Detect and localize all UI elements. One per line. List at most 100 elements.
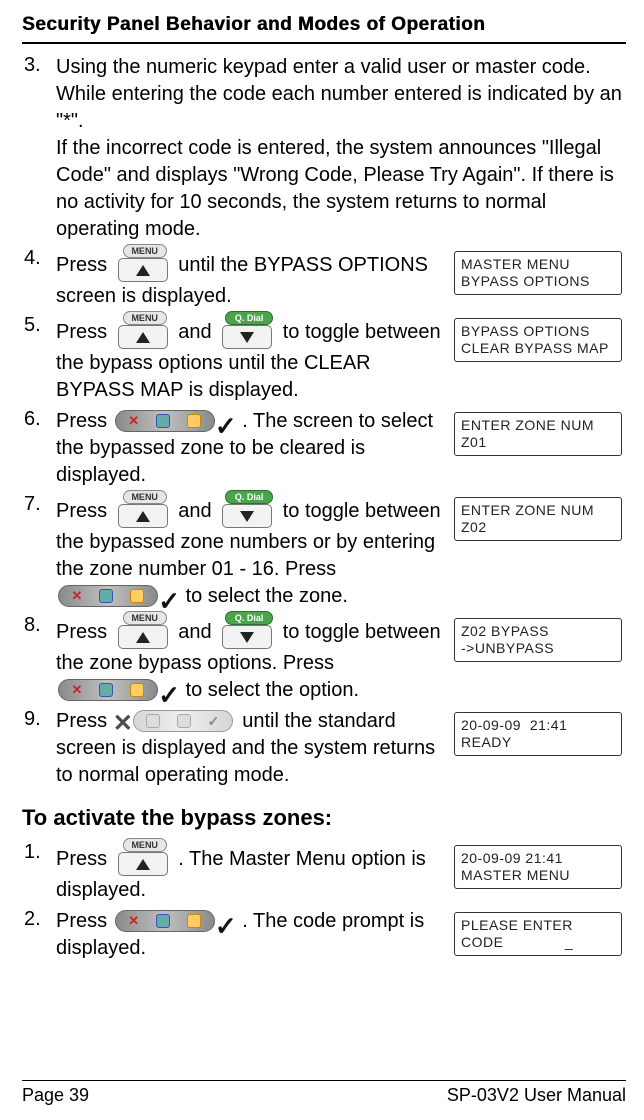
lcd-screen: MASTER MENU BYPASS OPTIONS — [454, 251, 622, 295]
lcd-line-1: PLEASE ENTER — [461, 917, 615, 935]
x-icon: ✕ — [128, 912, 139, 930]
step-number: 4. — [22, 247, 56, 270]
lcd-line-1: 20-09-09 21:41 — [461, 850, 615, 868]
menu-up-icon: MENU — [115, 314, 171, 350]
menu-label: MENU — [123, 244, 167, 258]
lcd-line-1: MASTER MENU — [461, 256, 615, 274]
step-body: Press MENU and Q. Dial to toggle between… — [56, 314, 454, 404]
step-3-line1: Using the numeric keypad enter a valid u… — [56, 56, 622, 132]
step-body: Press MENU until the BYPASS OPTIONS scre… — [56, 247, 454, 310]
menu-label: MENU — [123, 838, 167, 852]
back-x-icon: ✕ ✓ — [115, 708, 235, 734]
text-post2: to select the zone. — [186, 585, 348, 607]
text-pre: Press — [56, 321, 113, 343]
speaker-high-icon — [130, 683, 144, 697]
lcd-line-2: Z02 — [461, 519, 615, 537]
x-icon: ✕ — [128, 412, 139, 430]
text-mid: and — [178, 621, 217, 643]
step-number: 9. — [22, 708, 56, 731]
step-body: Press MENU and Q. Dial to toggle between… — [56, 614, 454, 704]
qdial-label: Q. Dial — [225, 311, 273, 325]
menu-up-icon: MENU — [115, 247, 171, 283]
lcd-screen: ENTER ZONE NUM Z02 — [454, 497, 622, 541]
step-5: 5. Press MENU and Q. Dial to toggle betw… — [22, 314, 626, 404]
menu-label: MENU — [123, 611, 167, 625]
text-pre: Press — [56, 410, 113, 432]
lcd-line-1: 20-09-09 21:41 — [461, 717, 615, 735]
text-pre: Press — [56, 621, 113, 643]
triangle-up-icon — [136, 332, 150, 343]
lcd-screen: 20-09-09 21:41 MASTER MENU — [454, 845, 622, 889]
lcd-screen: 20-09-09 21:41 READY — [454, 712, 622, 756]
step-6: 6. Press ✕ ✓ . The screen to select the … — [22, 408, 626, 489]
ok-check-icon: ✕ ✓ — [58, 583, 178, 609]
activate-list: 1. Press MENU . The Master Menu option i… — [22, 841, 626, 962]
lcd-line-2: READY — [461, 734, 615, 752]
speaker-high-icon — [177, 714, 191, 728]
text-mid: and — [178, 321, 217, 343]
x-icon: ✕ — [72, 587, 83, 605]
lcd-line-2: ->UNBYPASS — [461, 640, 615, 658]
step-number: 1. — [22, 841, 56, 864]
speaker-high-icon — [130, 589, 144, 603]
lcd-screen: BYPASS OPTIONS CLEAR BYPASS MAP — [454, 318, 622, 362]
page-footer: Page 39 SP-03V2 User Manual — [22, 1080, 626, 1106]
ok-check-icon: ✕ ✓ — [115, 408, 235, 434]
text-pre: Press — [56, 254, 113, 276]
check-icon: ✓ — [215, 409, 237, 444]
x-icon: ✕ — [72, 681, 83, 699]
qdial-label: Q. Dial — [225, 490, 273, 504]
lcd-line-1: ENTER ZONE NUM — [461, 417, 615, 435]
menu-label: MENU — [123, 490, 167, 504]
step-number: 6. — [22, 408, 56, 431]
lcd-line-2: MASTER MENU — [461, 867, 615, 885]
lcd-line-1: Z02 BYPASS — [461, 623, 615, 641]
speaker-high-icon — [187, 914, 201, 928]
activate-step-1: 1. Press MENU . The Master Menu option i… — [22, 841, 626, 904]
check-icon: ✓ — [208, 712, 220, 731]
triangle-down-icon — [240, 632, 254, 643]
activate-step-2: 2. Press ✕ ✓ . The code prompt is displa… — [22, 908, 626, 962]
lcd-line-1: ENTER ZONE NUM — [461, 502, 615, 520]
speaker-low-icon — [156, 414, 170, 428]
menu-up-icon: MENU — [115, 614, 171, 650]
footer-page-number: Page 39 — [22, 1085, 89, 1106]
instructions-list: 3. Using the numeric keypad enter a vali… — [22, 54, 626, 789]
triangle-up-icon — [136, 859, 150, 870]
speaker-low-icon — [99, 589, 113, 603]
lcd-line-2: Z01 — [461, 434, 615, 452]
text-pre: Press — [56, 848, 113, 870]
speaker-high-icon — [187, 414, 201, 428]
section-title: To activate the bypass zones: — [22, 805, 626, 831]
step-body: Press ✕ ✓ . The screen to select the byp… — [56, 408, 454, 489]
step-body: Press ✕ ✓ . The code prompt is displayed… — [56, 908, 454, 962]
text-post2: to select the option. — [186, 679, 359, 701]
ok-check-icon: ✕ ✓ — [58, 677, 178, 703]
step-8: 8. Press MENU and Q. Dial to toggle betw… — [22, 614, 626, 704]
speaker-low-icon — [146, 714, 160, 728]
triangle-down-icon — [240, 332, 254, 343]
qdial-down-icon: Q. Dial — [219, 614, 275, 650]
step-3-line2: If the incorrect code is entered, the sy… — [56, 137, 614, 240]
text-pre: Press — [56, 910, 113, 932]
step-number: 7. — [22, 493, 56, 516]
text-pre: Press — [56, 710, 113, 732]
qdial-label: Q. Dial — [225, 611, 273, 625]
menu-up-icon: MENU — [115, 493, 171, 529]
triangle-down-icon — [240, 511, 254, 522]
step-number: 5. — [22, 314, 56, 337]
step-4: 4. Press MENU until the BYPASS OPTIONS s… — [22, 247, 626, 310]
text-pre: Press — [56, 500, 113, 522]
step-9: 9. Press ✕ ✓ until the standard screen i… — [22, 708, 626, 789]
step-7: 7. Press MENU and Q. Dial to toggle betw… — [22, 493, 626, 610]
footer-manual-title: SP-03V2 User Manual — [447, 1085, 626, 1106]
triangle-up-icon — [136, 265, 150, 276]
menu-label: MENU — [123, 311, 167, 325]
step-number: 2. — [22, 908, 56, 931]
qdial-down-icon: Q. Dial — [219, 314, 275, 350]
step-3: 3. Using the numeric keypad enter a vali… — [22, 54, 626, 243]
lcd-screen: PLEASE ENTER CODE _ — [454, 912, 622, 956]
menu-up-icon: MENU — [115, 841, 171, 877]
step-body: Press MENU . The Master Menu option is d… — [56, 841, 454, 904]
step-number: 8. — [22, 614, 56, 637]
